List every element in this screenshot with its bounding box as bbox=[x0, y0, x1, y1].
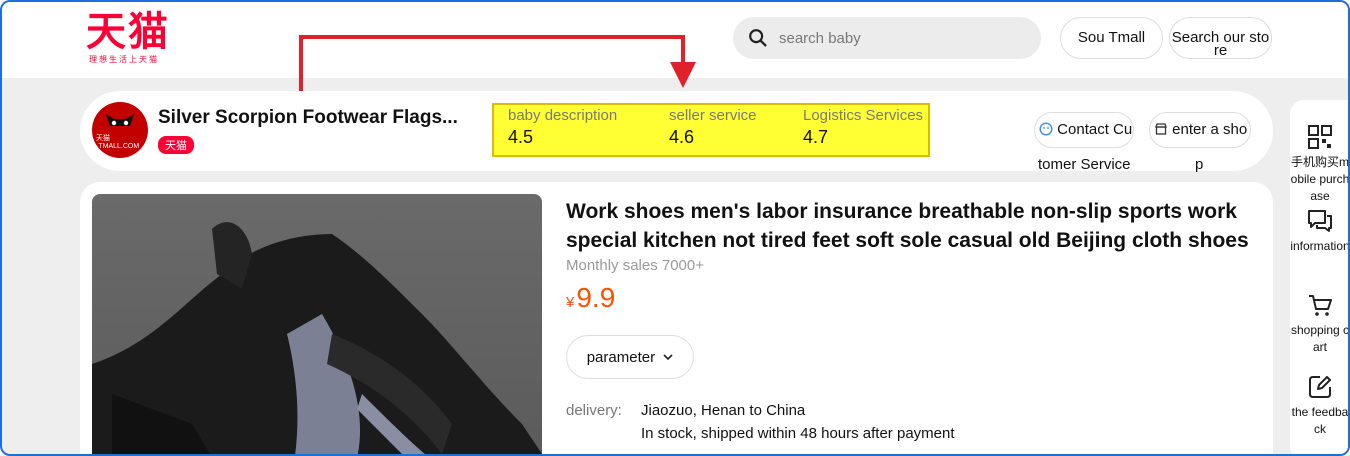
top-bar: 天猫 理想生活上天猫 search baby Sou Tmall Search … bbox=[2, 2, 1348, 78]
sidebar-item-label: 手机购买mobile purchase bbox=[1290, 155, 1350, 203]
shop-name[interactable]: Silver Scorpion Footwear Flags... bbox=[158, 107, 458, 129]
chat-icon bbox=[1308, 210, 1332, 232]
search-icon bbox=[749, 29, 767, 47]
rating-logistics: Logistics Services 4.7 bbox=[803, 107, 923, 148]
sidebar-item-label: information bbox=[1290, 239, 1350, 253]
shop-header: 天猫·TMALL.COM Silver Scorpion Footwear Fl… bbox=[80, 91, 1273, 173]
rating-value: 4.7 bbox=[803, 127, 829, 147]
customer-service-icon bbox=[1039, 122, 1053, 136]
enter-shop-label-wrap: p bbox=[1195, 156, 1204, 173]
sou-tmall-button[interactable]: Sou Tmall bbox=[1060, 17, 1163, 59]
contact-customer-service-button[interactable]: Contact Cus bbox=[1034, 112, 1134, 148]
rating-value: 4.6 bbox=[669, 127, 695, 147]
shop-ratings: baby description 4.5 seller service 4.6 … bbox=[492, 103, 930, 157]
product-title: Work shoes men's labor insurance breatha… bbox=[566, 200, 1249, 252]
search-bar[interactable]: search baby bbox=[733, 17, 1041, 59]
rating-label: Logistics Services bbox=[803, 107, 924, 124]
rating-label: seller service bbox=[669, 107, 757, 124]
product-card: Work shoes men's labor insurance breatha… bbox=[80, 182, 1273, 454]
shop-logo[interactable]: 天猫·TMALL.COM bbox=[92, 102, 148, 158]
rating-seller-service: seller service 4.6 bbox=[669, 107, 757, 148]
enter-shop-button[interactable]: enter a sho bbox=[1149, 112, 1251, 148]
tmall-badge: 天猫 bbox=[158, 136, 194, 154]
parameter-label: parameter bbox=[586, 349, 656, 366]
shoe-image bbox=[92, 222, 542, 454]
sidebar-item-shopping-cart[interactable]: shopping cart bbox=[1290, 292, 1350, 356]
logo-tagline: 理想生活上天猫 bbox=[89, 55, 159, 64]
rating-label: baby description bbox=[508, 107, 618, 124]
sidebar-item-information[interactable]: information bbox=[1290, 208, 1350, 255]
tmall-logo[interactable]: 天猫 理想生活上天猫 bbox=[86, 10, 181, 70]
shop-icon bbox=[1155, 123, 1167, 135]
browser-frame: 天猫 理想生活上天猫 search baby Sou Tmall Search … bbox=[0, 0, 1350, 456]
qr-code-icon bbox=[1308, 125, 1332, 149]
shop-logo-text: 天猫·TMALL.COM bbox=[96, 135, 140, 150]
price-currency: ¥ bbox=[566, 294, 575, 311]
enter-shop-label: enter a sho bbox=[1172, 121, 1248, 138]
right-sidebar: 手机购买mobile purchase information shopping… bbox=[1290, 100, 1350, 454]
cart-icon bbox=[1309, 295, 1332, 316]
sidebar-item-label: the feedback bbox=[1291, 405, 1349, 436]
sidebar-item-feedback[interactable]: the feedback bbox=[1290, 374, 1349, 438]
price-amount: 9.9 bbox=[576, 282, 616, 313]
search-placeholder: search baby bbox=[779, 29, 861, 47]
sidebar-item-mobile-purchase[interactable]: 手机购买mobile purchase bbox=[1290, 124, 1350, 205]
delivery-route[interactable]: Jiaozuo, Henan to China bbox=[641, 402, 805, 419]
sidebar-item-label: shopping cart bbox=[1290, 323, 1350, 354]
logo-text: 天猫 bbox=[86, 9, 170, 55]
product-image[interactable] bbox=[92, 194, 542, 454]
rating-value: 4.5 bbox=[508, 127, 534, 147]
rating-description: baby description 4.5 bbox=[508, 107, 617, 148]
product-price: ¥9.9 bbox=[566, 282, 615, 314]
delivery-label: delivery: bbox=[566, 402, 622, 419]
chevron-down-icon bbox=[663, 354, 673, 361]
edit-icon bbox=[1309, 376, 1331, 398]
parameter-button[interactable]: parameter bbox=[566, 335, 694, 379]
search-store-button[interactable]: Search our sto re bbox=[1169, 17, 1272, 59]
delivery-stock: In stock, shipped within 48 hours after … bbox=[641, 425, 955, 442]
contact-label: Contact Cus bbox=[1057, 121, 1134, 138]
contact-label-wrap: tomer Service bbox=[1038, 156, 1131, 173]
monthly-sales: Monthly sales 7000+ bbox=[566, 257, 705, 274]
